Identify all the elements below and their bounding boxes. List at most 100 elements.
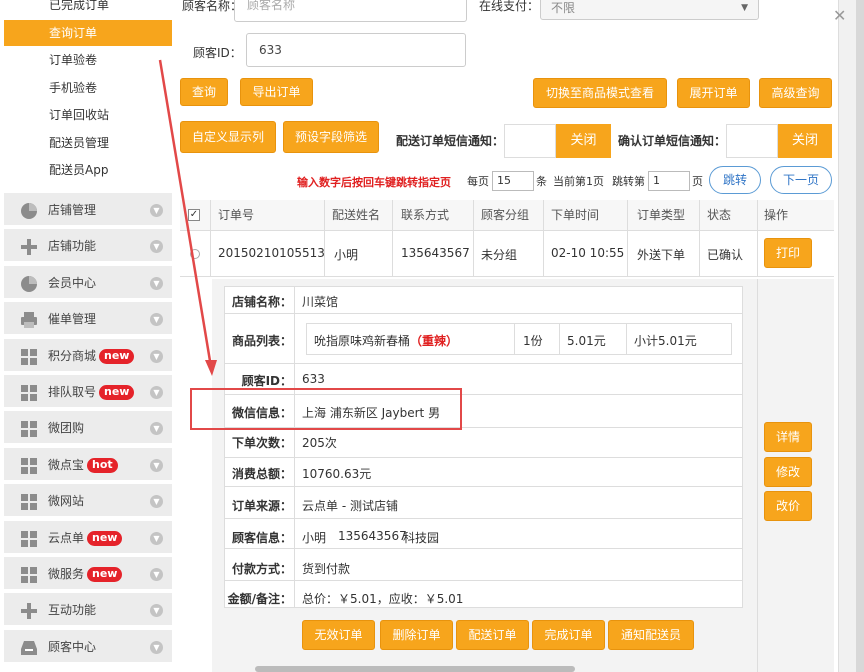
jump-page-input[interactable]: 1 — [648, 171, 690, 191]
column-header[interactable]: 配送姓名 — [332, 200, 380, 230]
online-pay-label: 在线支付： — [479, 0, 540, 13]
column-header[interactable]: 订单号 — [218, 200, 254, 230]
current-page-text: 当前第1页 — [553, 175, 604, 188]
detail-row-separator — [224, 580, 743, 581]
detail-row-separator — [224, 363, 743, 364]
chevron-down-icon: ▼ — [150, 313, 163, 327]
query-button[interactable]: 查询 — [180, 78, 228, 106]
chevron-down-icon: ▼ — [150, 386, 163, 399]
customer-group: 未分组 — [481, 248, 518, 262]
menu-item-7[interactable]: 微点宝 hot ▼ — [4, 447, 172, 482]
menu-item-4[interactable]: 积分商城 new ▼ — [4, 338, 172, 373]
export-orders-button[interactable]: 导出订单 — [240, 78, 313, 106]
grid-icon — [19, 346, 39, 366]
total-spend-label: 消费总额： — [231, 467, 292, 481]
menu-item-10[interactable]: 微服务 new ▼ — [4, 557, 172, 591]
customer-info-name: 小明 — [302, 531, 327, 545]
row-radio[interactable] — [190, 249, 200, 259]
customer-id-input[interactable]: 633 — [246, 33, 466, 67]
submenu-item[interactable]: 查询订单 — [4, 19, 172, 46]
chevron-down-icon: ▼ — [741, 3, 748, 13]
detail-row-separator — [224, 518, 743, 519]
notify-courier-button[interactable]: 通知配送员 — [608, 620, 694, 650]
grid-icon — [19, 564, 39, 584]
customer-info-phone: 135643567 — [338, 529, 407, 543]
product-divider-3 — [626, 323, 627, 355]
horizontal-scrollbar[interactable] — [255, 666, 575, 672]
order-number[interactable]: 20150210105513 — [218, 246, 325, 260]
menu-item-9[interactable]: 云点单 new ▼ — [4, 520, 172, 555]
jump-button[interactable]: 跳转 — [709, 166, 761, 194]
page-edge — [856, 0, 864, 672]
complete-order-button[interactable]: 完成订单 — [532, 620, 605, 650]
confirm-sms-toggle-track[interactable] — [726, 124, 778, 158]
online-pay-value: 不限 — [551, 1, 576, 15]
plus-icon — [19, 236, 39, 256]
column-header[interactable]: 联系方式 — [401, 200, 449, 230]
delivery-sms-label: 配送订单短信通知： — [396, 134, 505, 148]
details-button[interactable]: 详情 — [764, 422, 812, 452]
advanced-query-button[interactable]: 高级查询 — [759, 78, 832, 108]
modify-button[interactable]: 修改 — [764, 457, 812, 487]
menu-item-6[interactable]: 微团购 ▼ — [4, 411, 172, 446]
product-qty: 1份 — [523, 334, 543, 348]
amount-note-label: 金额/备注： — [227, 592, 292, 606]
menu-item-8[interactable]: 微网站 ▼ — [4, 484, 172, 519]
submenu-item[interactable]: 配送员App — [4, 157, 172, 183]
custom-columns-button[interactable]: 自定义显示列 — [180, 121, 276, 153]
menu-item-5[interactable]: 排队取号 new ▼ — [4, 375, 172, 409]
invalidate-order-button[interactable]: 无效订单 — [302, 620, 375, 650]
chevron-down-icon: ▼ — [150, 204, 163, 217]
product-divider-1 — [514, 323, 515, 355]
payment-method-label: 付款方式： — [231, 562, 292, 576]
customer-id-detail-value: 633 — [302, 372, 325, 386]
column-header[interactable]: 状态 — [707, 200, 731, 230]
delivery-sms-toggle-track[interactable] — [504, 124, 556, 158]
column-header[interactable]: 顾客分组 — [481, 200, 529, 230]
submenu-item[interactable]: 手机验卷 — [4, 75, 172, 101]
column-header[interactable]: 操作 — [764, 200, 788, 230]
menu-item-3[interactable]: 催单管理 ▼ — [4, 302, 172, 337]
deliver-order-button[interactable]: 配送订单 — [456, 620, 529, 650]
menu-item-11[interactable]: 互动功能 ▼ — [4, 593, 172, 628]
customer-name-input[interactable]: 顾客名称 — [234, 0, 467, 22]
detail-row-separator — [224, 486, 743, 487]
preset-filter-button[interactable]: 预设字段筛选 — [283, 121, 379, 153]
submenu-item[interactable]: 订单回收站 — [4, 102, 172, 128]
switch-product-mode-button[interactable]: 切换至商品模式查看 — [533, 78, 667, 108]
submenu-item[interactable]: 已完成订单 — [4, 0, 172, 18]
delivery-sms-toggle[interactable]: 关闭 — [556, 124, 611, 158]
vertical-scrollbar[interactable] — [838, 0, 856, 672]
delete-order-button[interactable]: 删除订单 — [380, 620, 453, 650]
grid-icon — [19, 491, 39, 511]
menu-item-0[interactable]: 店铺管理 ▼ — [4, 193, 172, 227]
menu-badge: new — [87, 530, 123, 546]
menu-item-12[interactable]: 顾客中心 ▼ — [4, 629, 172, 664]
next-page-button[interactable]: 下一页 — [770, 166, 832, 194]
online-pay-select[interactable]: 不限 ▼ — [540, 0, 759, 20]
menu-item-label: 云点单 — [48, 530, 85, 545]
order-count-value: 205次 — [302, 436, 337, 450]
per-page-input[interactable]: 15 — [492, 171, 534, 191]
column-header[interactable]: 订单类型 — [637, 200, 685, 230]
menu-item-label: 顾客中心 — [48, 639, 97, 654]
print-button[interactable]: 打印 — [764, 238, 812, 268]
menu-item-1[interactable]: 店铺功能 ▼ — [4, 229, 172, 264]
close-icon[interactable]: ✕ — [833, 6, 846, 25]
table-row-border — [180, 276, 834, 277]
menu-item-label: 互动功能 — [48, 603, 97, 618]
submenu-item[interactable]: 配送员管理 — [4, 130, 172, 156]
submenu-item[interactable]: 订单验卷 — [4, 47, 172, 73]
menu-item-label: 微服务 — [48, 567, 85, 581]
change-price-button[interactable]: 改价 — [764, 491, 812, 521]
select-all-checkbox[interactable]: ✓ — [188, 209, 200, 221]
confirm-sms-toggle[interactable]: 关闭 — [778, 124, 832, 158]
menu-item-2[interactable]: 会员中心 ▼ — [4, 265, 172, 300]
product-subtotal: 小计5.01元 — [634, 334, 697, 348]
column-header[interactable]: 下单时间 — [551, 200, 599, 230]
menu-item-label: 店铺管理 — [48, 203, 97, 217]
customer-id-label: 顾客ID： — [193, 46, 242, 60]
chevron-down-icon: ▼ — [150, 568, 163, 581]
customer-id-detail-label: 顾客ID： — [241, 374, 292, 388]
expand-orders-button[interactable]: 展开订单 — [677, 78, 750, 108]
